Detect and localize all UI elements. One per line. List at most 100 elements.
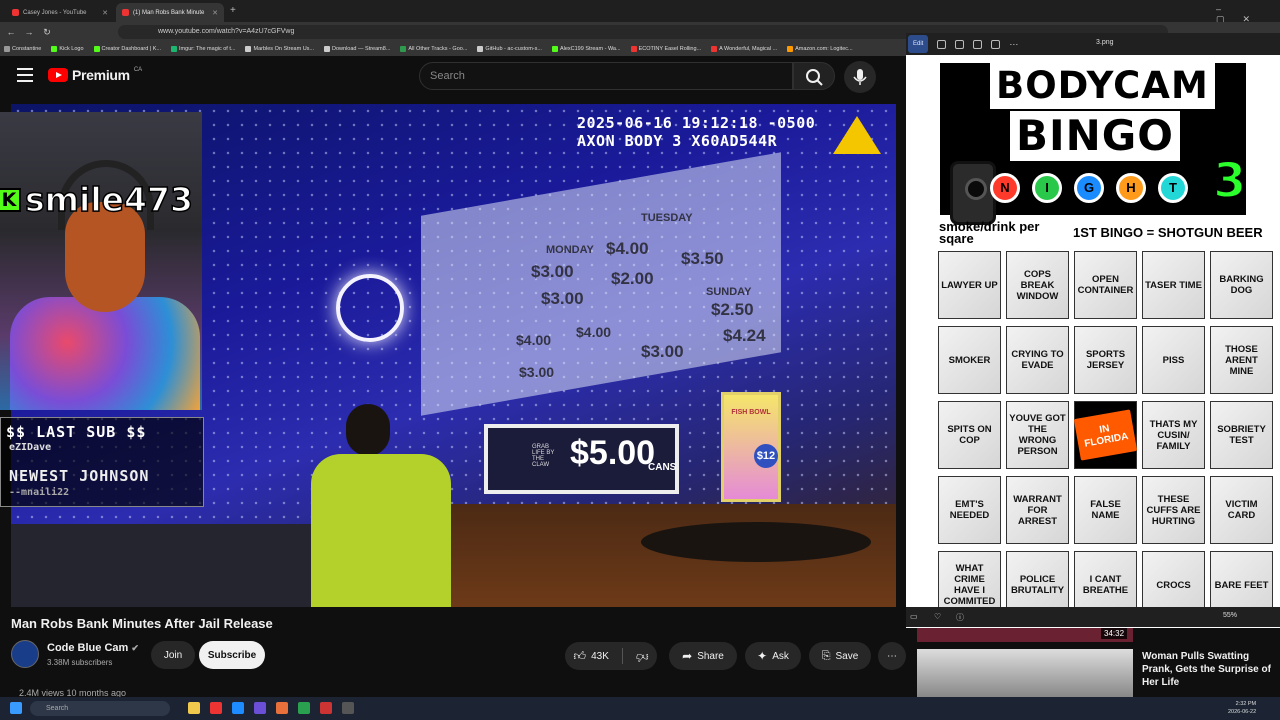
app-icon[interactable]	[320, 702, 332, 714]
taskbar-search[interactable]: Search	[30, 701, 170, 716]
save-button[interactable]: ⎘ Save	[809, 642, 871, 670]
bookmark[interactable]: Creator Dashboard | K...	[93, 46, 161, 52]
bingo-cell: WARRANT FOR ARREST	[1006, 476, 1069, 544]
print-icon[interactable]	[973, 39, 983, 49]
app-icon[interactable]	[254, 702, 266, 714]
rotate-icon[interactable]	[937, 39, 947, 49]
menu-board-text: $4.00	[576, 324, 612, 340]
bookmark[interactable]: Amazon.com: Logitec...	[787, 46, 853, 52]
share-icon[interactable]	[991, 39, 1001, 49]
bookmark[interactable]: Constantine	[4, 46, 41, 52]
bookmark[interactable]: Marbles On Stream Us...	[245, 46, 314, 52]
cans-label: CANS	[648, 462, 677, 473]
menu-board-text: $3.00	[531, 262, 574, 281]
sub-alert-box: $$ LAST SUB $$ eZIDave NEWEST JOHNSON --…	[0, 417, 204, 507]
more-icon[interactable]: ⋯	[1009, 39, 1018, 50]
voice-search-button[interactable]	[844, 61, 876, 93]
dislike-button[interactable]: 👍︎	[636, 649, 649, 664]
ask-button[interactable]: ✦ Ask	[745, 642, 801, 670]
night-letter-h: H	[1116, 173, 1146, 203]
forward-icon[interactable]: →	[22, 25, 36, 39]
bingo-cell: PISS	[1142, 326, 1205, 394]
bookmark[interactable]: ECOTINY Easel Rolling...	[630, 46, 701, 52]
bookmark[interactable]: A Wonderful, Magical ...	[711, 46, 777, 52]
bingo-cell: LAWYER UP	[938, 251, 1001, 319]
new-tab-icon[interactable]: +	[230, 5, 236, 16]
join-button[interactable]: Join	[151, 641, 195, 669]
bingo-cell: VICTIM CARD	[1210, 476, 1273, 544]
subscribe-button[interactable]: Subscribe	[199, 641, 265, 669]
bookmark[interactable]: Imgur: The magic of t...	[171, 46, 235, 52]
delete-icon[interactable]	[955, 39, 965, 49]
info-icon[interactable]: ⓘ	[956, 612, 964, 623]
bookmark[interactable]: All Other Tracks - Goo...	[400, 46, 467, 52]
kick-logo-icon: K	[0, 187, 21, 212]
video-duration: 34:32	[1101, 628, 1128, 639]
bingo-cell: FALSE NAME	[1074, 476, 1137, 544]
like-count: 43K	[591, 650, 609, 662]
bingo-cell: SPITS ON COP	[938, 401, 1001, 469]
night-letter-g: G	[1074, 173, 1104, 203]
channel-name[interactable]: Code Blue Cam ✔	[47, 642, 139, 654]
night-letter-n: N	[990, 173, 1020, 203]
zoom-level[interactable]: 55%	[1223, 612, 1237, 619]
brand-label: Premium	[72, 67, 130, 83]
bookmark[interactable]: AlexC199 Stream - Wa...	[551, 46, 621, 52]
menu-board-text: MONDAY	[546, 244, 594, 256]
more-actions-button[interactable]: ⋯	[878, 642, 906, 670]
browser-tab[interactable]: Casey Jones - YouTube ✕	[6, 3, 114, 22]
recommendation-thumbnail[interactable]	[917, 649, 1133, 697]
bar-table	[641, 522, 871, 562]
search-button[interactable]	[793, 62, 835, 90]
edge-icon[interactable]	[232, 702, 244, 714]
edit-button[interactable]: Edit	[908, 35, 929, 53]
menu-board-text: $4.00	[606, 239, 649, 258]
reload-icon[interactable]: ↻	[40, 25, 54, 39]
edition-number: 3	[1212, 152, 1247, 210]
file-explorer-icon[interactable]	[188, 702, 200, 714]
app-icon[interactable]	[276, 702, 288, 714]
bingo-cell: SMOKER	[938, 326, 1001, 394]
tab-label: (1) Man Robs Bank Minute	[133, 9, 205, 16]
favorite-icon[interactable]: ♡	[934, 612, 941, 621]
like-button[interactable]: 👍︎ 43K	[574, 649, 609, 664]
cans-price: $5.00	[570, 434, 656, 472]
menu-board-text: $2.00	[611, 269, 654, 288]
bookmark[interactable]: GitHub - ac-custom-s...	[477, 46, 542, 52]
video-title: Man Robs Bank Minutes After Jail Release	[11, 616, 273, 631]
app-icon[interactable]	[342, 702, 354, 714]
recommendation-title[interactable]: Woman Pulls Swatting Prank, Gets the Sur…	[1142, 650, 1272, 689]
timestamp-text: 2025-06-16 19:12:18 -0500	[577, 114, 816, 132]
bingo-cell: BARKING DOG	[1210, 251, 1273, 319]
menu-board-text: TUESDAY	[641, 212, 693, 224]
file-name: 3.png	[1096, 39, 1114, 46]
bingo-cell: CRYING TO EVADE	[1006, 326, 1069, 394]
streamer-name: smile473	[24, 179, 193, 220]
bingo-rule-left: smoke/drink per sqare	[939, 219, 1040, 246]
image-viewer-window: Edit ⋯ 3.png BODYCAM BINGO N I G H T 3 s…	[906, 33, 1280, 628]
bingo-title-line2: BINGO	[1010, 111, 1180, 161]
close-tab-icon[interactable]: ✕	[102, 9, 108, 17]
back-icon[interactable]: ←	[4, 25, 18, 39]
app-icon[interactable]	[298, 702, 310, 714]
youtube-logo[interactable]: Premium CA	[48, 67, 142, 83]
bookmark[interactable]: Kick Logo	[51, 46, 84, 52]
axon-logo-icon	[833, 116, 881, 154]
menu-board-text: $2.50	[711, 300, 754, 319]
close-tab-icon[interactable]: ✕	[212, 9, 218, 17]
search-input[interactable]: Search	[419, 62, 793, 90]
windows-start-icon[interactable]	[10, 702, 22, 714]
streamer-name-banner: K smile473	[0, 179, 194, 220]
chrome-icon[interactable]	[210, 702, 222, 714]
filmstrip-icon[interactable]: ▭	[910, 612, 918, 621]
channel-avatar[interactable]	[11, 640, 39, 668]
share-button[interactable]: ➦ Share	[669, 642, 737, 670]
browser-tab-active[interactable]: (1) Man Robs Bank Minute ✕	[116, 3, 224, 22]
region-label: CA	[133, 67, 143, 73]
bookmark[interactable]: Download — Stream8...	[324, 46, 390, 52]
menu-board-text: $3.00	[641, 342, 684, 361]
hamburger-menu-icon[interactable]	[17, 68, 33, 82]
system-clock[interactable]: 2:32 PM 2026-06-22	[1228, 700, 1256, 716]
thumbs-up-icon: 👍︎	[573, 648, 587, 663]
officer-figure	[311, 404, 451, 607]
